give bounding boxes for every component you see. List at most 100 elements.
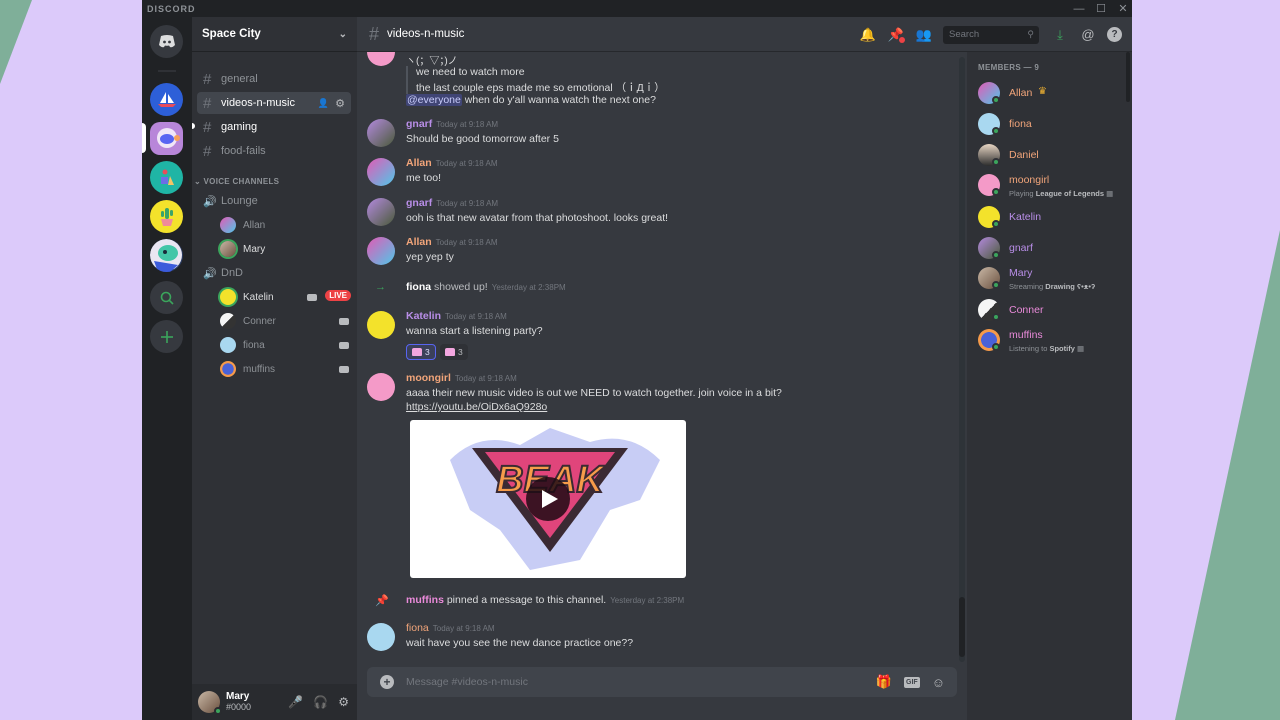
message-scrollbar[interactable]: [959, 57, 965, 662]
voice-user[interactable]: Conner: [220, 311, 350, 331]
guild-name: Space City: [202, 28, 261, 40]
channel-videos-n-music[interactable]: # videos-n-music 👤 ⚙: [197, 92, 351, 114]
member-item[interactable]: Daniel: [978, 142, 1128, 170]
timestamp: Today at 9:18 AM: [436, 199, 499, 208]
speaker-icon: 🔊: [203, 267, 217, 280]
server-separator: [158, 70, 176, 72]
join-message: → fiona showed up! Yesterday at 2:38PM: [375, 281, 566, 293]
voice-user[interactable]: Allan: [220, 215, 350, 235]
avatar: [220, 217, 236, 233]
pin-icon[interactable]: 📌: [887, 26, 905, 44]
channel-general[interactable]: # general: [197, 68, 351, 90]
author-name[interactable]: muffins: [406, 594, 444, 606]
member-item[interactable]: Mary Streaming Drawing ʕ•ᴥ•ʔ: [978, 265, 1128, 293]
download-icon[interactable]: ⤓: [1051, 26, 1069, 44]
headphones-icon[interactable]: 🎧: [313, 695, 328, 709]
author-name[interactable]: Allan: [406, 157, 432, 169]
guild-header[interactable]: Space City ⌄: [192, 17, 357, 52]
member-item[interactable]: Allan ♛: [978, 80, 1128, 108]
home-button[interactable]: [150, 25, 183, 58]
members-icon[interactable]: 👥: [915, 26, 933, 44]
explore-servers-button[interactable]: [150, 281, 183, 314]
author-name[interactable]: Allan: [406, 236, 432, 248]
author-name[interactable]: gnarf: [406, 118, 432, 130]
reaction-button[interactable]: 3: [440, 344, 468, 360]
author-name[interactable]: moongirl: [406, 372, 451, 384]
maximize-button[interactable]: ☐: [1090, 0, 1112, 17]
avatar[interactable]: [367, 52, 395, 66]
server-list: [142, 17, 192, 720]
avatar[interactable]: [367, 311, 395, 339]
search-icon: [160, 291, 174, 305]
gift-icon[interactable]: 🎁: [876, 674, 892, 690]
timestamp: Today at 9:18 AM: [436, 120, 499, 129]
quote-line: the last couple eps made me so emotional…: [416, 82, 665, 94]
video-embed[interactable]: BEAK: [410, 420, 686, 578]
member-item[interactable]: gnarf: [978, 235, 1128, 263]
gear-icon[interactable]: ⚙: [335, 97, 345, 110]
background-wedge: [1175, 230, 1280, 720]
member-item[interactable]: Katelin: [978, 204, 1128, 232]
member-list: MEMBERS — 9 Allan ♛ fiona Daniel moongirl…: [967, 52, 1132, 720]
server-sailboat[interactable]: [150, 83, 183, 116]
member-item[interactable]: Conner: [978, 297, 1128, 325]
message-input[interactable]: [406, 676, 856, 688]
server-creature[interactable]: [150, 239, 183, 272]
member-item[interactable]: muffins Listening to Spotify ▦: [978, 327, 1128, 355]
avatar[interactable]: [367, 373, 395, 401]
author-name[interactable]: fiona: [406, 281, 431, 293]
channel-gaming[interactable]: # gaming: [197, 116, 351, 138]
member-item[interactable]: moongirl Playing League of Legends ▦: [978, 172, 1128, 200]
server-space-city[interactable]: [150, 122, 183, 155]
author-name[interactable]: gnarf: [406, 197, 432, 209]
avatar: [220, 241, 236, 257]
avatar[interactable]: [198, 691, 222, 715]
timestamp: Today at 9:18 AM: [432, 624, 495, 633]
online-status-icon: [992, 251, 1000, 259]
gif-icon[interactable]: GIF: [904, 676, 920, 688]
category-voice-channels[interactable]: ⌄ VOICE CHANNELS: [194, 177, 279, 186]
avatar: [220, 289, 236, 305]
youtube-link[interactable]: https://youtu.be/OiDx6aQ928o: [406, 401, 547, 413]
emoji-icon[interactable]: ☺: [932, 675, 945, 690]
cactus-icon: [160, 207, 173, 226]
reaction-button[interactable]: 3: [406, 344, 436, 360]
close-button[interactable]: ✕: [1112, 0, 1132, 17]
voice-user[interactable]: fiona: [220, 335, 350, 355]
avatar[interactable]: [367, 198, 395, 226]
mentions-icon[interactable]: @: [1079, 26, 1097, 44]
message-text: wait have you see the new dance practice…: [406, 637, 634, 649]
discord-window: DISCORD — ☐ ✕ Space City ⌄ # general # v…: [142, 0, 1132, 720]
author-name[interactable]: Katelin: [406, 310, 441, 322]
server-art[interactable]: [150, 161, 183, 194]
server-cactus[interactable]: [150, 200, 183, 233]
avatar[interactable]: [367, 158, 395, 186]
minimize-button[interactable]: —: [1068, 0, 1090, 17]
voice-channel-dnd[interactable]: 🔊 DnD: [197, 262, 243, 284]
hash-icon: #: [369, 23, 380, 44]
voice-user[interactable]: Katelin LIVE: [220, 287, 351, 307]
gear-icon[interactable]: ⚙: [338, 695, 349, 709]
art-icon: [160, 169, 174, 185]
scrollbar-thumb[interactable]: [959, 597, 965, 657]
bell-icon[interactable]: 🔔: [859, 26, 877, 44]
author-name[interactable]: fiona: [406, 622, 429, 634]
search-input[interactable]: Search ⚲: [943, 25, 1039, 44]
member-item[interactable]: fiona: [978, 111, 1128, 139]
attach-plus-icon[interactable]: +: [380, 675, 394, 689]
voice-user[interactable]: Mary: [220, 239, 350, 259]
voice-user[interactable]: muffins: [220, 359, 350, 379]
avatar[interactable]: [367, 237, 395, 265]
microphone-icon[interactable]: 🎤: [288, 695, 303, 709]
help-icon[interactable]: ?: [1107, 27, 1122, 42]
everyone-mention[interactable]: @everyone: [406, 94, 462, 106]
voice-channel-lounge[interactable]: 🔊 Lounge: [197, 190, 258, 212]
member-activity: Listening to Spotify ▦: [1009, 344, 1085, 353]
add-server-button[interactable]: [150, 320, 183, 353]
avatar[interactable]: [367, 623, 395, 651]
invite-icon[interactable]: 👤: [318, 98, 329, 109]
message-text: wanna start a listening party?: [406, 325, 543, 337]
avatar[interactable]: [367, 119, 395, 147]
chevron-icon: ⌄: [194, 177, 204, 186]
channel-food-fails[interactable]: # food-fails: [197, 140, 351, 162]
